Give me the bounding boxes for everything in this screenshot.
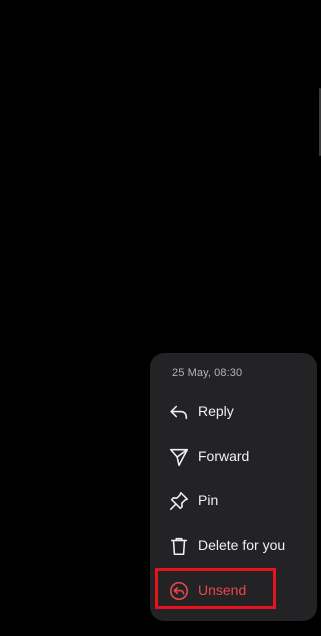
menu-item-unsend[interactable]: Unsend [150, 571, 317, 611]
menu-item-label: Reply [198, 403, 234, 419]
menu-item-forward[interactable]: Forward [150, 437, 317, 477]
menu-item-label: Delete for you [198, 537, 286, 553]
menu-item-delete-for-you[interactable]: Delete for you [150, 526, 317, 566]
message-context-menu: 25 May, 08:30 Reply Forward Pin Delete f… [150, 353, 317, 621]
menu-item-pin[interactable]: Pin [150, 481, 317, 521]
menu-item-label: Forward [198, 448, 250, 464]
menu-item-label: Unsend [198, 582, 247, 598]
screen: 25 May, 08:30 Reply Forward Pin Delete f… [0, 0, 321, 636]
send-icon [168, 446, 190, 468]
pin-icon [168, 490, 190, 512]
reply-icon [168, 401, 190, 423]
menu-item-label: Pin [198, 492, 219, 508]
trash-icon [168, 535, 190, 557]
menu-item-reply[interactable]: Reply [150, 392, 317, 432]
message-timestamp: 25 May, 08:30 [172, 367, 243, 379]
unsend-icon [168, 580, 190, 602]
